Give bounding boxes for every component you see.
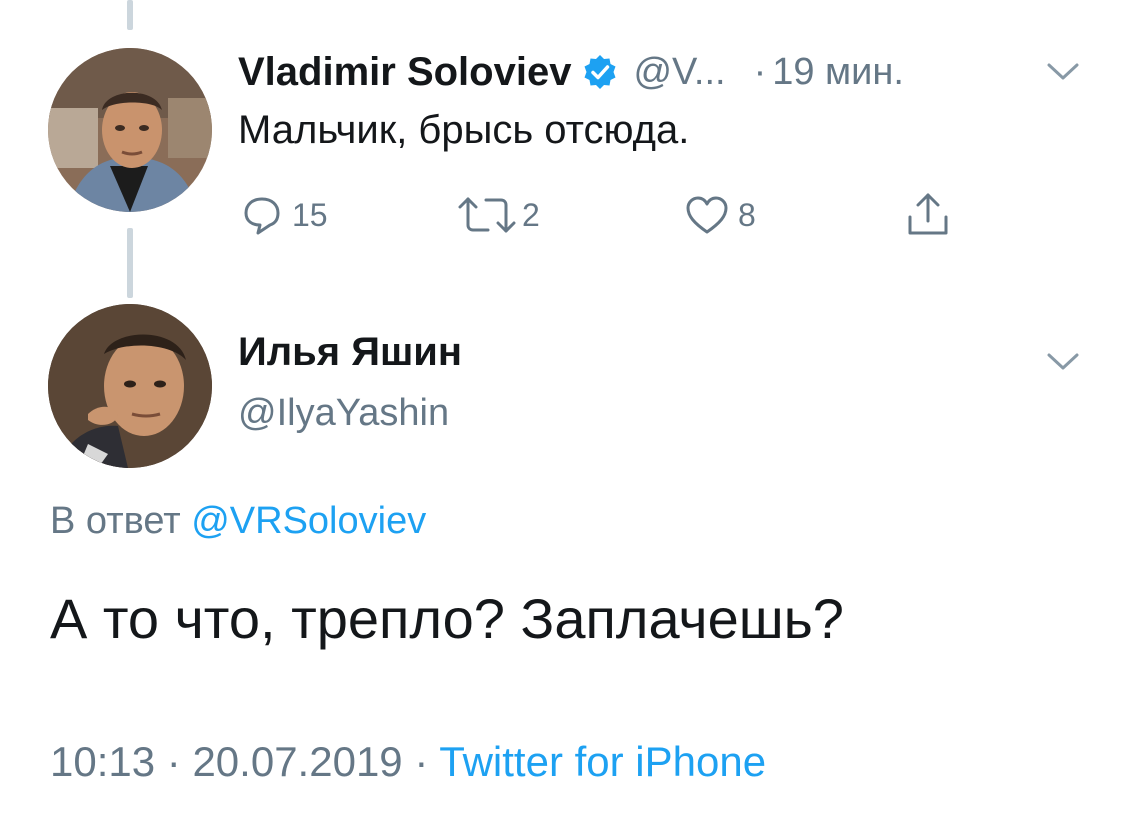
retweet-icon bbox=[456, 193, 518, 237]
thread-line-connector bbox=[127, 228, 133, 298]
parent-author-handle[interactable]: @V... bbox=[633, 51, 725, 94]
tweet-date: 20.07.2019 bbox=[192, 738, 403, 785]
reply-action-button[interactable]: 15 bbox=[240, 190, 328, 240]
parent-tweet-time[interactable]: 19 мин. bbox=[772, 51, 904, 94]
tweet-time: 10:13 bbox=[50, 738, 156, 785]
separator-dot: · bbox=[753, 50, 767, 93]
heart-icon bbox=[684, 193, 730, 237]
parent-tweet-text: Мальчик, брысь отсюда. bbox=[238, 108, 690, 152]
verified-badge-icon bbox=[581, 53, 619, 91]
tweet-meta: 10:13 · 20.07.2019 · Twitter for iPhone bbox=[50, 738, 766, 786]
speech-bubble-icon bbox=[240, 193, 284, 237]
reply-author-handle[interactable]: @IlyaYashin bbox=[238, 392, 449, 435]
retweet-count: 2 bbox=[522, 196, 540, 233]
share-action-button[interactable] bbox=[904, 190, 952, 240]
chevron-down-icon[interactable] bbox=[1046, 62, 1080, 82]
like-action-button[interactable]: 8 bbox=[684, 190, 756, 240]
replying-mention-link[interactable]: @VRSoloviev bbox=[191, 500, 426, 542]
reply-chevron-down-icon[interactable] bbox=[1046, 352, 1080, 372]
thread-line-top bbox=[127, 0, 133, 30]
meta-separator-2: · bbox=[414, 738, 429, 785]
retweet-action-button[interactable]: 2 bbox=[456, 190, 540, 240]
tweet-source-link[interactable]: Twitter for iPhone bbox=[439, 738, 766, 785]
parent-avatar[interactable] bbox=[48, 48, 212, 212]
reply-count: 15 bbox=[292, 196, 328, 233]
share-icon bbox=[904, 191, 952, 239]
replying-prefix: В ответ bbox=[50, 500, 181, 542]
like-count: 8 bbox=[738, 196, 756, 233]
reply-author-name[interactable]: Илья Яшин bbox=[238, 330, 462, 375]
parent-tweet-header: Vladimir Soloviev @V... · 19 мин. bbox=[238, 44, 904, 100]
reply-tweet-text: А то что, трепло? Заплачешь? bbox=[50, 587, 844, 650]
replying-to-line: В ответ @VRSoloviev bbox=[50, 500, 426, 543]
parent-author-name[interactable]: Vladimir Soloviev bbox=[238, 50, 571, 95]
reply-author-avatar[interactable] bbox=[48, 304, 212, 468]
meta-separator: · bbox=[166, 738, 181, 785]
